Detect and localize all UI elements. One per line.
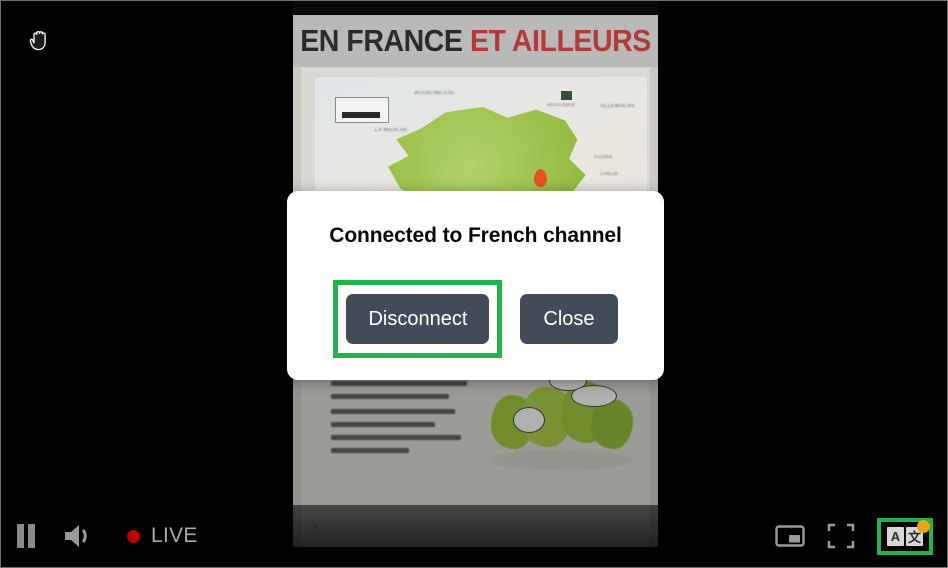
control-bar-right-group: A 文 (775, 517, 933, 555)
dialog-title: Connected to French channel (329, 224, 622, 247)
close-button[interactable]: Close (520, 294, 618, 344)
translate-latin-glyph: A (887, 526, 904, 546)
dialog-actions: Disconnect Close (333, 280, 618, 358)
video-player: EN FRANCE ET AILLEURS ROYAUME-UNI LA MAN… (0, 0, 948, 568)
pause-icon (17, 524, 35, 548)
fullscreen-icon (827, 523, 855, 549)
volume-icon (65, 525, 87, 547)
picture-in-picture-button[interactable] (775, 524, 805, 548)
control-bar-left-group: LIVE (15, 523, 198, 549)
translate-highlight-box: A 文 (877, 517, 933, 555)
picture-in-picture-icon (775, 525, 805, 547)
live-label: LIVE (151, 524, 198, 547)
translate-button[interactable]: A 文 (887, 519, 930, 546)
disconnect-button[interactable]: Disconnect (346, 294, 490, 344)
volume-button[interactable] (63, 523, 93, 549)
modal-overlay: Connected to French channel Disconnect C… (1, 1, 947, 567)
disconnect-highlight-box: Disconnect (333, 280, 503, 358)
connection-dialog: Connected to French channel Disconnect C… (287, 191, 664, 380)
fullscreen-button[interactable] (827, 523, 855, 549)
live-indicator[interactable]: LIVE (127, 524, 198, 548)
pause-button[interactable] (15, 523, 37, 549)
live-dot-icon (127, 529, 140, 543)
player-control-bar: LIVE A 文 (1, 505, 947, 567)
translate-notification-badge (917, 519, 930, 533)
